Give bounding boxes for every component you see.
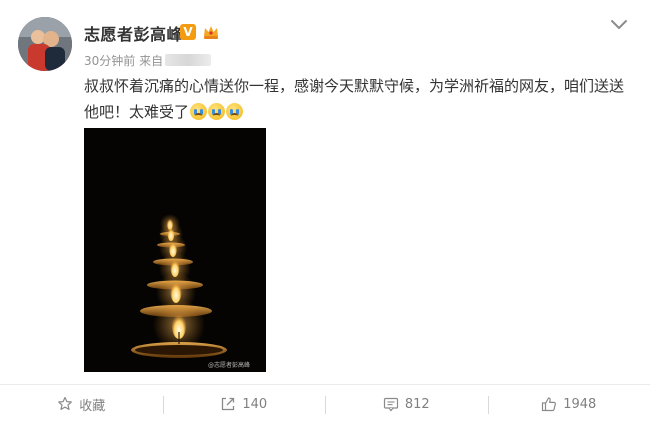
post-time[interactable]: 30分钟前 [84, 54, 135, 68]
favorite-button[interactable]: 收藏 [0, 385, 163, 423]
star-icon [58, 396, 73, 410]
like-count: 1948 [563, 396, 597, 412]
image-watermark: @志愿者彭高峰 [208, 362, 251, 369]
comment-icon [383, 397, 398, 412]
post-text-content: 叔叔怀着沉痛的心情送你一程，感谢今天默默守候，为学洲祈福的网友，咱们送送他吧！太… [84, 77, 625, 121]
crying-face-icon [208, 103, 226, 120]
favorite-label: 收藏 [79, 398, 106, 414]
post-image[interactable]: @志愿者彭高峰 [84, 128, 266, 372]
post-text: 叔叔怀着沉痛的心情送你一程，感谢今天默默守候，为学洲祈福的网友，咱们送送他吧！太… [84, 73, 629, 125]
crying-face-icon [190, 103, 208, 120]
weibo-post-card: 志愿者彭高峰 V 30分钟前 来自 叔叔怀着沉痛的心情送你一程，感谢今天默默守候… [0, 0, 650, 423]
avatar[interactable] [18, 17, 72, 71]
share-count: 140 [242, 396, 268, 412]
chevron-down-icon[interactable] [610, 18, 628, 32]
crying-face-icon [226, 103, 244, 120]
action-bar: 收藏 140 812 1948 [0, 385, 650, 423]
author-name[interactable]: 志愿者彭高峰 [84, 21, 183, 45]
share-button[interactable]: 140 [162, 385, 326, 423]
post-meta: 30分钟前 来自 [84, 52, 212, 69]
crown-icon [204, 26, 218, 39]
blurred-source [165, 54, 212, 66]
share-icon [222, 397, 235, 411]
comment-count: 812 [404, 396, 430, 412]
candles-image [84, 128, 266, 372]
like-button[interactable]: 1948 [487, 385, 650, 423]
source-label: 来自 [139, 54, 164, 68]
thumbs-up-icon [542, 397, 557, 412]
avatar-image [18, 17, 72, 71]
verified-badge: V [180, 24, 196, 40]
comment-button[interactable]: 812 [325, 385, 488, 423]
